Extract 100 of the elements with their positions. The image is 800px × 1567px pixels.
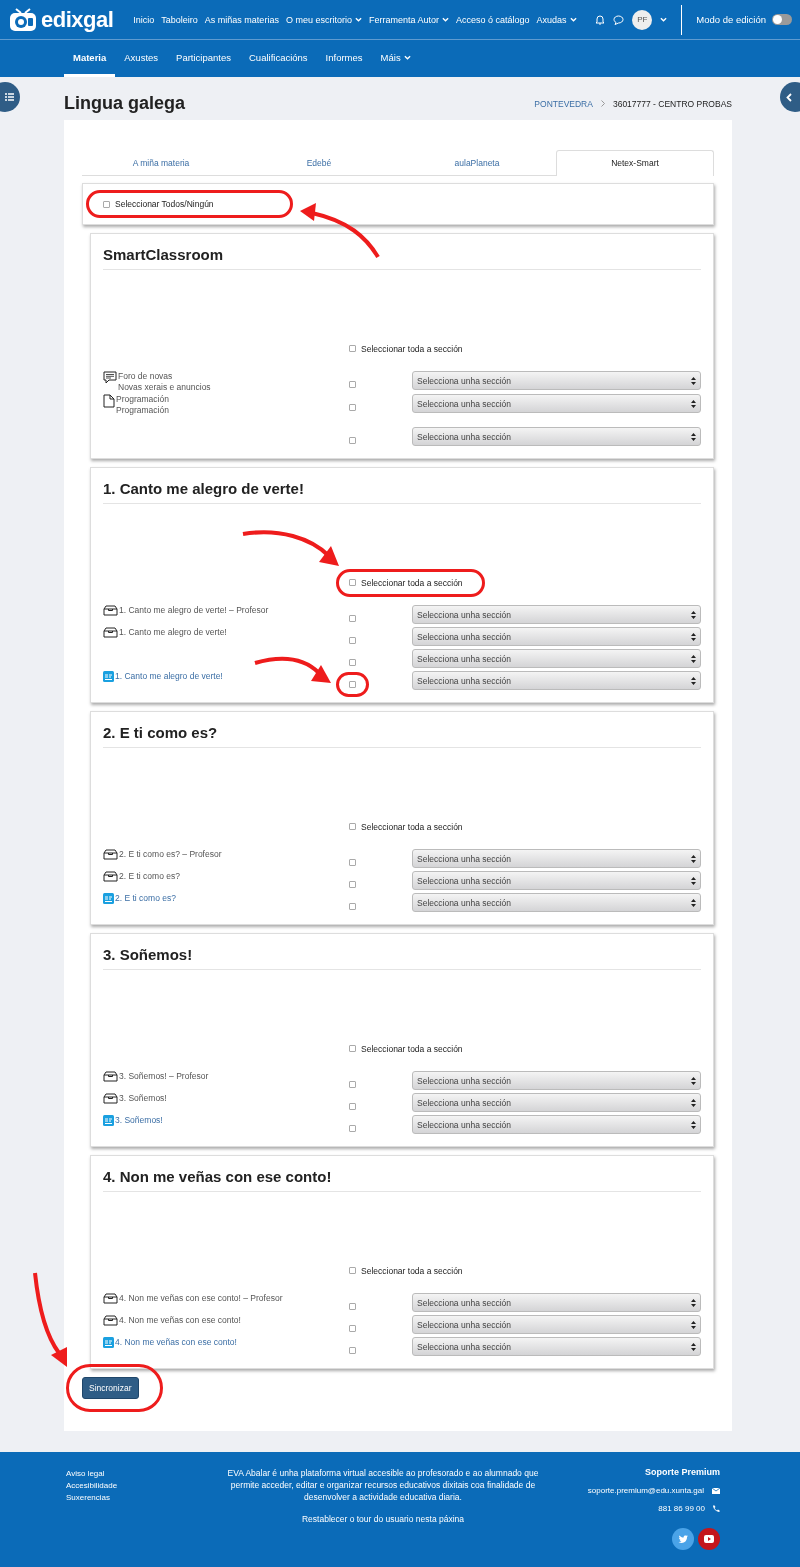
tv-mascot-icon <box>8 6 38 33</box>
checkbox[interactable] <box>349 903 356 910</box>
checkbox[interactable] <box>349 1103 356 1110</box>
checkbox[interactable] <box>349 659 356 666</box>
checkbox[interactable] <box>349 1081 356 1088</box>
checkbox[interactable] <box>349 637 356 644</box>
nav-link[interactable]: Taboleiro <box>161 14 198 25</box>
updown-icon <box>691 632 696 641</box>
activity-title: 2. E ti como es? – Profesor <box>119 849 222 860</box>
course-tab[interactable]: Axustes <box>115 40 168 77</box>
nav-link[interactable]: O meu escritorio <box>285 14 362 25</box>
nav-link[interactable]: As miñas materias <box>204 14 279 25</box>
nav-link[interactable]: Inicio <box>133 14 155 25</box>
checkbox[interactable] <box>349 881 356 888</box>
checkbox[interactable] <box>349 1347 356 1354</box>
bird-icon <box>678 1535 688 1543</box>
section-select[interactable]: Selecciona unha sección <box>412 605 701 624</box>
checkbox[interactable] <box>349 859 356 866</box>
section-select[interactable]: Selecciona unha sección <box>412 649 701 668</box>
checkbox[interactable] <box>349 404 356 411</box>
checkbox[interactable] <box>349 345 356 352</box>
checkbox[interactable] <box>349 1125 356 1132</box>
section-select[interactable]: Selecciona unha sección <box>412 1071 701 1090</box>
section-select[interactable]: Selecciona unha sección <box>412 871 701 890</box>
section-title: SmartClassroom <box>103 246 701 270</box>
section-select[interactable]: Selecciona unha sección <box>412 627 701 646</box>
tour-link[interactable]: Restablecer o tour do usuario nesta páxina <box>301 1514 465 1524</box>
section-select[interactable]: Selecciona unha sección <box>412 394 701 413</box>
course-tab[interactable]: Máis <box>371 40 420 77</box>
updown-icon <box>691 1098 696 1107</box>
section-title: 2. E ti como es? <box>103 724 701 748</box>
section-select[interactable]: Selecciona unha sección <box>412 1315 701 1334</box>
checkbox[interactable] <box>349 615 356 622</box>
checkbox[interactable] <box>349 1303 356 1310</box>
source-tab[interactable]: Edebé <box>240 150 398 175</box>
footer-description: EVA Abalar é unha plataforma virtual accesible ao profesorado e ao alumnado que permite acceder, editar e organizar recursos educativos dixitais coa finalidade de desenvolver a actividade educativa diaria. <box>226 1467 540 1503</box>
nav-link[interactable]: Axudas <box>536 14 577 25</box>
activity-link[interactable]: 1. Canto me alegro de verte! <box>115 671 223 682</box>
source-tab[interactable]: A miña materia <box>82 150 240 175</box>
chevron-down-icon <box>441 17 449 22</box>
logo-text[interactable]: edixgal <box>41 6 114 33</box>
section-select[interactable]: Selecciona unha sección <box>412 1293 701 1312</box>
checkbox[interactable] <box>349 1325 356 1332</box>
select-section-label[interactable]: Seleccionar toda a sección <box>361 577 463 588</box>
section-select[interactable]: Selecciona unha sección <box>412 427 701 446</box>
checkbox[interactable] <box>349 1267 356 1274</box>
section-select[interactable]: Selecciona unha sección <box>412 849 701 868</box>
activity-link[interactable]: 2. E ti como es? <box>115 893 176 904</box>
checkbox[interactable] <box>349 437 356 444</box>
checkbox[interactable] <box>349 823 356 830</box>
app-icon <box>103 893 114 904</box>
course-tab[interactable]: Cualificacións <box>240 40 317 77</box>
sync-button[interactable]: Sincronizar <box>82 1377 139 1399</box>
select-all-label[interactable]: Seleccionar Todos/Ningún <box>115 199 214 209</box>
source-tab[interactable]: aulaPlaneta <box>398 150 556 175</box>
course-tab[interactable]: Informes <box>316 40 372 77</box>
section-select[interactable]: Selecciona unha sección <box>412 1093 701 1112</box>
select-section-label[interactable]: Seleccionar toda a sección <box>361 1265 463 1276</box>
activity-link[interactable]: 4. Non me veñas con ese conto! <box>115 1337 237 1348</box>
select-section-label[interactable]: Seleccionar toda a sección <box>361 1043 463 1054</box>
checkbox[interactable] <box>349 681 356 688</box>
document-icon <box>103 394 115 408</box>
section-select[interactable]: Selecciona unha sección <box>412 671 701 690</box>
updown-icon <box>691 610 696 619</box>
breadcrumb-current: 36017777 - CENTRO PROBAS <box>612 98 732 109</box>
checkbox[interactable] <box>349 381 356 388</box>
support-email[interactable]: soporte.premium@edu.xunta.gal <box>587 1486 704 1495</box>
course-tab[interactable]: Participantes <box>167 40 240 77</box>
user-avatar[interactable]: PF <box>632 9 653 30</box>
updown-icon <box>691 432 696 441</box>
select-section-label[interactable]: Seleccionar toda a sección <box>361 821 463 832</box>
footer-link[interactable]: Aviso legal <box>66 1469 216 1478</box>
bell-icon[interactable] <box>595 14 606 25</box>
updown-icon <box>691 1342 696 1351</box>
nav-link[interactable]: Acceso ó catálogo <box>455 14 530 25</box>
youtube-button[interactable] <box>698 1528 720 1550</box>
activity-link[interactable]: 3. Soñemos! <box>115 1115 163 1126</box>
envelope-icon <box>712 1487 720 1494</box>
source-tab[interactable]: Netex-Smart <box>556 150 714 176</box>
chat-icon[interactable] <box>613 14 625 25</box>
twitter-button[interactable] <box>672 1528 694 1550</box>
checkbox[interactable] <box>349 1045 356 1052</box>
select-section-label[interactable]: Seleccionar toda a sección <box>361 343 463 354</box>
checkbox[interactable] <box>103 200 110 208</box>
phone-icon <box>713 1505 720 1512</box>
footer-link[interactable]: Accesibilidade <box>66 1481 216 1490</box>
activity-title: 2. E ti como es? <box>119 871 180 882</box>
activity-title: Programación <box>116 394 169 405</box>
course-tab[interactable]: Materia <box>64 40 116 77</box>
footer-link[interactable]: Suxerencias <box>66 1493 216 1502</box>
breadcrumb-link[interactable]: PONTEVEDRA <box>534 98 593 109</box>
edit-mode-label: Modo de edición <box>696 14 766 25</box>
section-select[interactable]: Selecciona unha sección <box>412 893 701 912</box>
section-select[interactable]: Selecciona unha sección <box>412 1337 701 1356</box>
edit-mode-toggle[interactable] <box>772 14 792 25</box>
section-select[interactable]: Selecciona unha sección <box>412 1115 701 1134</box>
checkbox[interactable] <box>349 579 356 586</box>
section-select[interactable]: Selecciona unha sección <box>412 371 701 390</box>
support-title: Soporte Premium <box>645 1467 720 1477</box>
nav-link[interactable]: Ferramenta Autor <box>368 14 449 25</box>
